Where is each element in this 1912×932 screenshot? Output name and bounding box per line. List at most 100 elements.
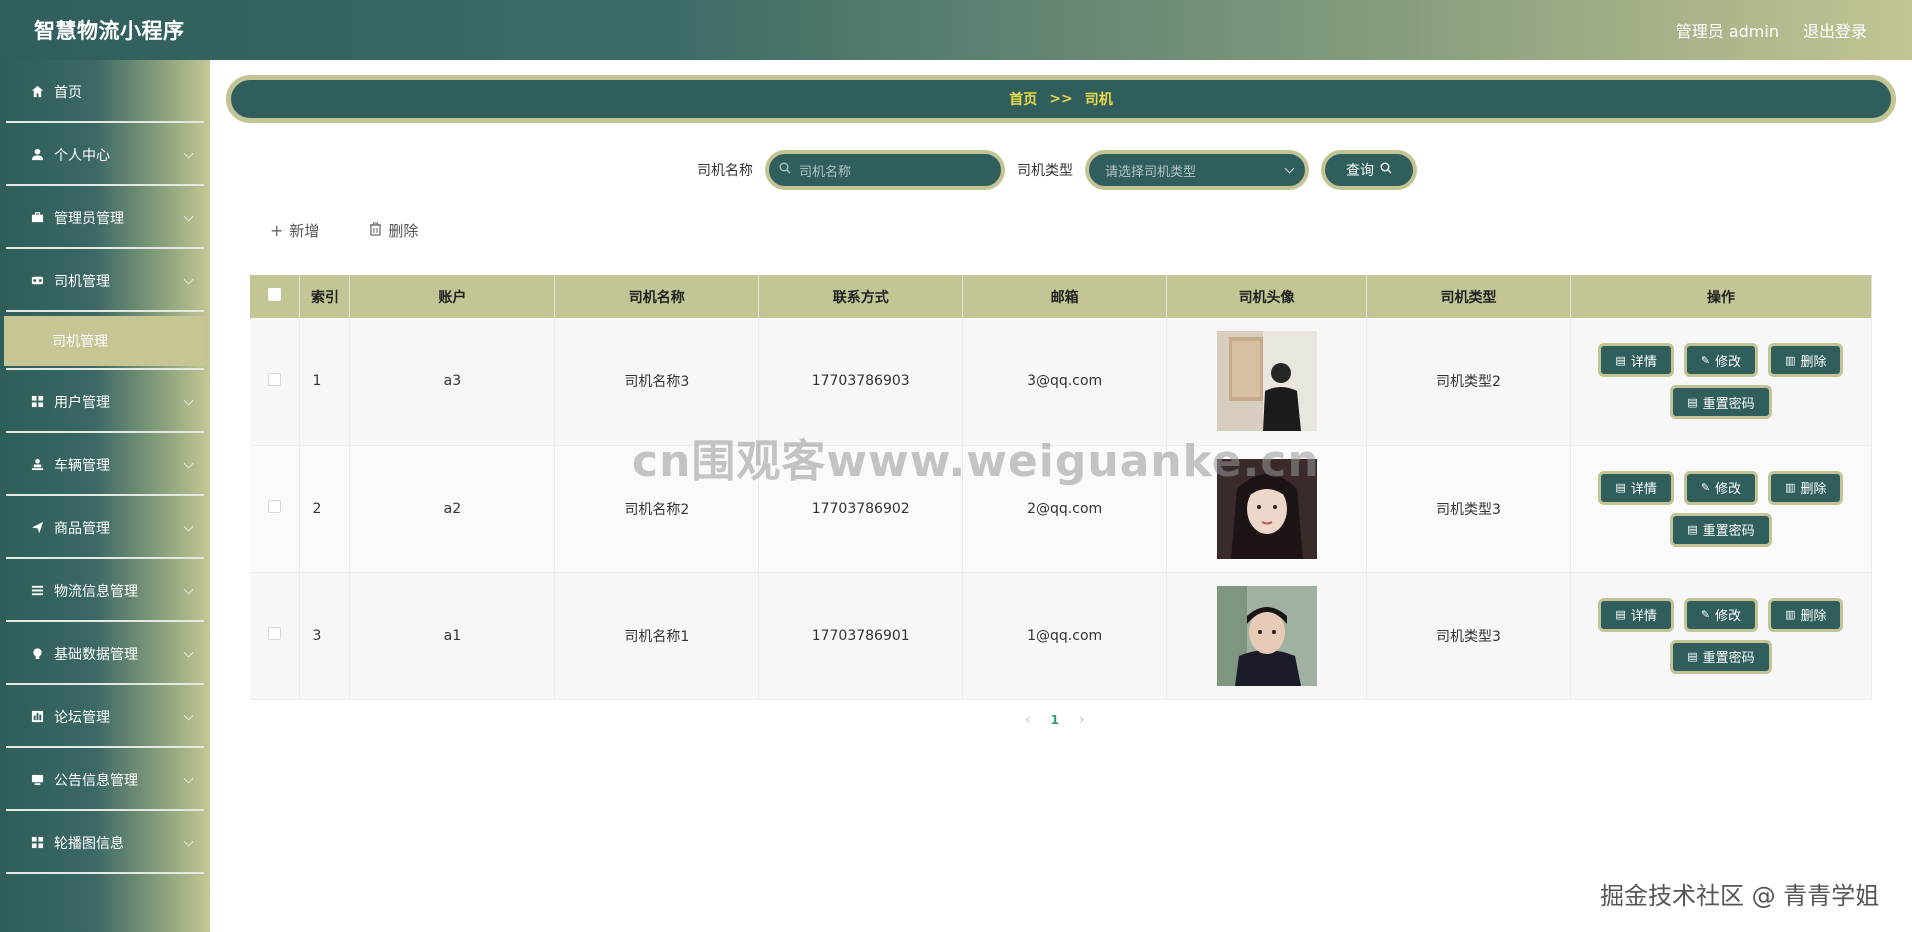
drivers-table: 索引 账户 司机名称 联系方式 邮箱 司机头像 司机类型 操作 1 a3 司机名…: [250, 275, 1873, 700]
breadcrumb-separator: >>: [1049, 91, 1073, 107]
delete-button[interactable]: ▥ 删除: [1768, 470, 1844, 505]
chevron-down-icon: [183, 584, 194, 595]
top-header: 智慧物流小程序 管理员 admin 退出登录: [0, 0, 1912, 60]
pagination: ‹ 1 ›: [1025, 712, 1085, 728]
list-icon: [30, 584, 44, 598]
sidebar-item-label: 用户管理: [54, 394, 110, 411]
sidebar-item-home[interactable]: 首页: [0, 60, 210, 123]
sidebar-item-drivers[interactable]: 司机管理: [0, 249, 210, 312]
breadcrumb-current: 司机: [1084, 92, 1113, 108]
cell-name: 司机名称1: [554, 572, 760, 700]
edit-button[interactable]: ✎ 修改: [1683, 597, 1759, 632]
batch-delete-button[interactable]: 删除: [369, 220, 418, 241]
bulb-icon: [30, 647, 44, 661]
plus-icon: +: [270, 221, 284, 240]
monitor-icon: [30, 773, 44, 787]
reset-label: 重置密码: [1702, 651, 1755, 666]
sidebar-item-logistics[interactable]: 物流信息管理: [0, 559, 210, 622]
logout-link[interactable]: 退出登录: [1803, 18, 1867, 42]
chevron-down-icon: [183, 836, 194, 847]
page-number[interactable]: 1: [1051, 713, 1059, 727]
add-label: 新增: [289, 222, 320, 240]
chevron-down-icon: [183, 211, 194, 222]
briefcase-icon: [30, 211, 44, 225]
cell-avatar: [1166, 445, 1368, 573]
person-icon: [30, 458, 44, 472]
driver-type-placeholder: 请选择司机类型: [1105, 164, 1197, 180]
col-index: 索引: [299, 275, 351, 318]
chevron-down-icon: [183, 395, 194, 406]
sidebar-item-goods[interactable]: 商品管理: [0, 496, 210, 559]
driver-type-select[interactable]: 请选择司机类型: [1085, 150, 1309, 190]
row-checkbox[interactable]: [268, 372, 282, 386]
cell-actions: ▤ 详情 ✎ 修改 ▥ 删除 ▤ 重置密码: [1570, 572, 1873, 700]
driver-icon: [30, 274, 44, 288]
sidebar-submenu: 司机管理: [0, 312, 210, 370]
sidebar-item-admin[interactable]: 管理员管理: [0, 186, 210, 249]
sidebar-item-forum[interactable]: 论坛管理: [0, 685, 210, 748]
chart-icon: [30, 710, 44, 724]
next-page-icon[interactable]: ›: [1079, 712, 1085, 728]
row-select-cell: [250, 445, 301, 573]
sidebar-item-label: 基础数据管理: [54, 646, 138, 663]
detail-button[interactable]: ▤ 详情: [1598, 470, 1674, 505]
chevron-down-icon: [183, 647, 194, 658]
detail-button[interactable]: ▤ 详情: [1598, 343, 1674, 378]
sidebar-item-label: 论坛管理: [54, 709, 110, 726]
sidebar-item-label: 司机管理: [54, 273, 110, 290]
prev-page-icon[interactable]: ‹: [1025, 712, 1031, 728]
edit-button[interactable]: ✎ 修改: [1683, 470, 1759, 505]
cell-avatar: [1166, 572, 1368, 700]
driver-name-input[interactable]: 司机名称: [765, 150, 1005, 190]
cell-avatar: [1166, 318, 1368, 446]
document-icon: ▤: [1687, 395, 1698, 409]
cell-account: a1: [349, 572, 556, 700]
document-icon: ▤: [1615, 353, 1626, 367]
sidebar-item-label: 个人中心: [54, 147, 110, 164]
row-checkbox[interactable]: [268, 627, 282, 640]
delete-button[interactable]: ▥ 删除: [1768, 343, 1844, 378]
sidebar-subitem-driver-manage[interactable]: 司机管理: [4, 316, 206, 366]
reset-password-button[interactable]: ▤ 重置密码: [1670, 385, 1772, 420]
grid-icon: [30, 395, 44, 409]
sidebar-item-profile[interactable]: 个人中心: [0, 123, 210, 186]
add-button[interactable]: + 新增: [270, 220, 319, 241]
cell-type: 司机类型2: [1366, 318, 1571, 446]
watermark-corner: 掘金技术社区 @ 青青学姐: [1600, 882, 1880, 910]
cell-account: a2: [349, 445, 556, 573]
select-all-checkbox[interactable]: [268, 288, 282, 301]
sidebar-item-users[interactable]: 用户管理: [0, 370, 210, 433]
query-button[interactable]: 查询: [1321, 150, 1417, 190]
search-bar: 司机名称 司机名称 司机类型 请选择司机类型 查询: [697, 150, 1417, 190]
trash-icon: ▥: [1785, 481, 1796, 494]
cell-name: 司机名称2: [554, 445, 760, 573]
reset-label: 重置密码: [1702, 396, 1755, 412]
row-select-cell: [250, 572, 301, 700]
trash-icon: ▥: [1785, 353, 1796, 367]
reset-password-button[interactable]: ▤ 重置密码: [1670, 512, 1772, 547]
sidebar-item-label: 物流信息管理: [54, 583, 138, 600]
sidebar-item-vehicles[interactable]: 车辆管理: [0, 433, 210, 496]
document-icon: ▤: [1687, 523, 1698, 536]
sidebar-item-carousel[interactable]: 轮播图信息: [0, 811, 210, 874]
sidebar-item-notice[interactable]: 公告信息管理: [0, 748, 210, 811]
query-label: 查询: [1346, 163, 1374, 179]
col-account: 账户: [349, 275, 556, 318]
col-email: 邮箱: [962, 275, 1168, 318]
trash-icon: ▥: [1785, 608, 1796, 621]
sidebar-item-basedata[interactable]: 基础数据管理: [0, 622, 210, 685]
chevron-down-icon: [183, 274, 194, 285]
reset-password-button[interactable]: ▤ 重置密码: [1670, 639, 1772, 674]
delete-button[interactable]: ▥ 删除: [1768, 597, 1844, 632]
driver-avatar: [1216, 458, 1317, 559]
edit-button[interactable]: ✎ 修改: [1683, 343, 1759, 378]
select-all-cell: [250, 275, 301, 318]
cell-actions: ▤ 详情 ✎ 修改 ▥ 删除 ▤ 重置密码: [1570, 318, 1873, 446]
driver-avatar: [1216, 331, 1317, 432]
breadcrumb-home[interactable]: 首页: [1009, 89, 1037, 109]
pencil-icon: ✎: [1700, 353, 1711, 367]
col-avatar: 司机头像: [1166, 275, 1368, 318]
chevron-down-icon: [183, 521, 194, 532]
row-checkbox[interactable]: [268, 500, 282, 513]
detail-button[interactable]: ▤ 详情: [1598, 597, 1674, 632]
